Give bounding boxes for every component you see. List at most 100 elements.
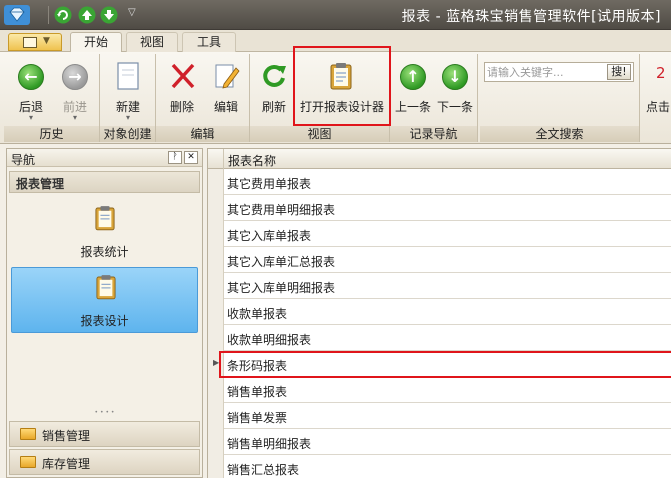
- clipboard-icon: [96, 275, 116, 300]
- refresh-icon: [263, 64, 286, 87]
- nav-group-label: 报表管理: [16, 177, 65, 191]
- table-row[interactable]: 其它入库单明细报表: [208, 273, 671, 299]
- pin-icon[interactable]: ᚹ: [168, 151, 182, 164]
- report-name-cell: 销售汇总报表: [227, 463, 300, 477]
- chevron-down-icon: ▾: [28, 113, 33, 122]
- row-indicator: [208, 247, 224, 273]
- table-row[interactable]: 销售汇总报表: [208, 455, 671, 478]
- edit-pencil-icon: [215, 64, 240, 89]
- table-row[interactable]: 收款单明细报表: [208, 325, 671, 351]
- report-name-cell: 其它入库单汇总报表: [227, 255, 336, 269]
- group-label-history: 历史: [4, 126, 99, 142]
- highlight-barcode-row: [219, 351, 671, 378]
- row-indicator: [208, 455, 224, 478]
- nav-item-report-design[interactable]: 报表设计: [11, 267, 198, 333]
- delete-x-icon: [171, 63, 195, 89]
- arrow-down-quick-icon[interactable]: [100, 6, 118, 24]
- group-fulltext-search: 搜! 全文搜索: [480, 54, 640, 142]
- table-row[interactable]: 销售单明细报表: [208, 429, 671, 455]
- row-indicator-header: [208, 149, 224, 169]
- table-row[interactable]: 其它入库单汇总报表: [208, 247, 671, 273]
- application-menu-button[interactable]: ▼: [8, 33, 62, 51]
- partial-text[interactable]: 点击: [646, 98, 670, 115]
- refresh-label: 刷新: [261, 100, 286, 114]
- row-indicator: [208, 429, 224, 455]
- report-name-cell: 销售单发票: [227, 411, 288, 425]
- report-list-grid: 报表名称 其它费用单报表其它费用单明细报表 其它入库单报表其它入库单汇总报表 其它入…: [207, 148, 671, 478]
- nav-splitter-handle[interactable]: • • • •: [9, 410, 200, 417]
- back-button[interactable]: ← 后退 ▾: [10, 58, 52, 128]
- table-row[interactable]: 其它费用单明细报表: [208, 195, 671, 221]
- arrow-up-icon: ↑: [400, 64, 426, 90]
- group-label-view: 视图: [250, 126, 389, 142]
- table-row[interactable]: 其它费用单报表: [208, 169, 671, 195]
- nav-group-inventory-management[interactable]: 库存管理: [9, 449, 200, 475]
- column-header-label: 报表名称: [228, 154, 277, 168]
- group-label-fulltext-search: 全文搜索: [480, 126, 639, 142]
- row-indicator: [208, 221, 224, 247]
- folder-icon: [20, 428, 36, 440]
- close-icon[interactable]: ✕: [184, 151, 198, 164]
- group-label-object-create: 对象创建: [100, 126, 155, 142]
- column-header-report-name[interactable]: 报表名称: [208, 149, 671, 169]
- group-partial: 2 点击: [642, 54, 671, 142]
- chevron-down-icon: ▼: [43, 36, 50, 46]
- nav-group-report-management[interactable]: 报表管理: [9, 171, 200, 193]
- search-button[interactable]: 搜!: [607, 64, 631, 80]
- delete-button[interactable]: 删除: [160, 58, 204, 128]
- nav-group-label: 销售管理: [42, 429, 91, 443]
- group-edit: 删除 编辑 编辑: [156, 54, 250, 142]
- diamond-app-icon[interactable]: [4, 5, 30, 25]
- row-indicator: [208, 195, 224, 221]
- nav-item-label: 报表设计: [80, 314, 129, 328]
- nav-title: 导航: [11, 153, 36, 167]
- group-object-create: 新建 ▾ 对象创建: [100, 54, 156, 142]
- table-row[interactable]: 销售单发票: [208, 403, 671, 429]
- menu-icon: [23, 37, 37, 48]
- table-row[interactable]: 收款单报表: [208, 299, 671, 325]
- refresh-button[interactable]: 刷新: [254, 58, 294, 128]
- tab-tools[interactable]: 工具: [182, 32, 236, 52]
- nav-item-label: 报表统计: [80, 245, 129, 259]
- new-button[interactable]: 新建 ▾: [106, 58, 150, 128]
- highlight-open-designer: [293, 46, 391, 126]
- ribbon: ← 后退 ▾ → 前进 ▾ 历史 新建 ▾ 对象创建 删除 编辑 编辑 刷新 打…: [0, 46, 671, 144]
- table-row[interactable]: 其它入库单报表: [208, 221, 671, 247]
- quick-access-dropdown-icon[interactable]: ▽: [128, 7, 136, 18]
- nav-header: 导航 ᚹ ✕: [7, 149, 202, 167]
- title-bar: ▽ 报表 - 蓝格珠宝销售管理软件[试用版本]: [0, 0, 671, 30]
- nav-item-report-statistics[interactable]: 报表统计: [11, 199, 198, 265]
- prev-record-label: 上一条: [394, 100, 431, 114]
- tab-start[interactable]: 开始: [70, 32, 122, 52]
- report-name-cell: 其它费用单报表: [227, 177, 312, 191]
- back-arrow-icon: ←: [18, 64, 44, 90]
- row-indicator: [208, 403, 224, 429]
- edit-button[interactable]: 编辑: [204, 58, 248, 128]
- quick-access-separator: [48, 6, 49, 24]
- next-record-button[interactable]: ↓ 下一条: [434, 58, 476, 128]
- forward-arrow-icon: →: [62, 64, 88, 90]
- new-document-icon: [117, 62, 139, 90]
- edit-label: 编辑: [213, 100, 238, 114]
- clipboard-icon: [95, 206, 115, 231]
- navigation-panel: 导航 ᚹ ✕ 报表管理 报表统计 报表设计 • • • • 销售管理 库存管理: [6, 148, 203, 478]
- window-title: 报表 - 蓝格珠宝销售管理软件[试用版本]: [401, 9, 661, 25]
- tab-view[interactable]: 视图: [126, 32, 178, 52]
- report-name-cell: 其它入库单明细报表: [227, 281, 336, 295]
- nav-group-label: 库存管理: [42, 457, 91, 471]
- prev-record-button[interactable]: ↑ 上一条: [392, 58, 434, 128]
- refresh-quick-icon[interactable]: [54, 6, 72, 24]
- nav-group-sales-management[interactable]: 销售管理: [9, 421, 200, 447]
- arrow-down-icon: ↓: [442, 64, 468, 90]
- next-record-label: 下一条: [436, 100, 473, 114]
- report-name-cell: 销售单报表: [227, 385, 288, 399]
- group-label-edit: 编辑: [156, 126, 249, 142]
- folder-icon: [20, 456, 36, 468]
- group-label-record-nav: 记录导航: [390, 126, 477, 142]
- table-row[interactable]: 销售单报表: [208, 377, 671, 403]
- search-input[interactable]: [487, 64, 605, 80]
- row-indicator: [208, 325, 224, 351]
- row-indicator: [208, 299, 224, 325]
- arrow-up-quick-icon[interactable]: [78, 6, 96, 24]
- report-name-cell: 收款单明细报表: [227, 333, 312, 347]
